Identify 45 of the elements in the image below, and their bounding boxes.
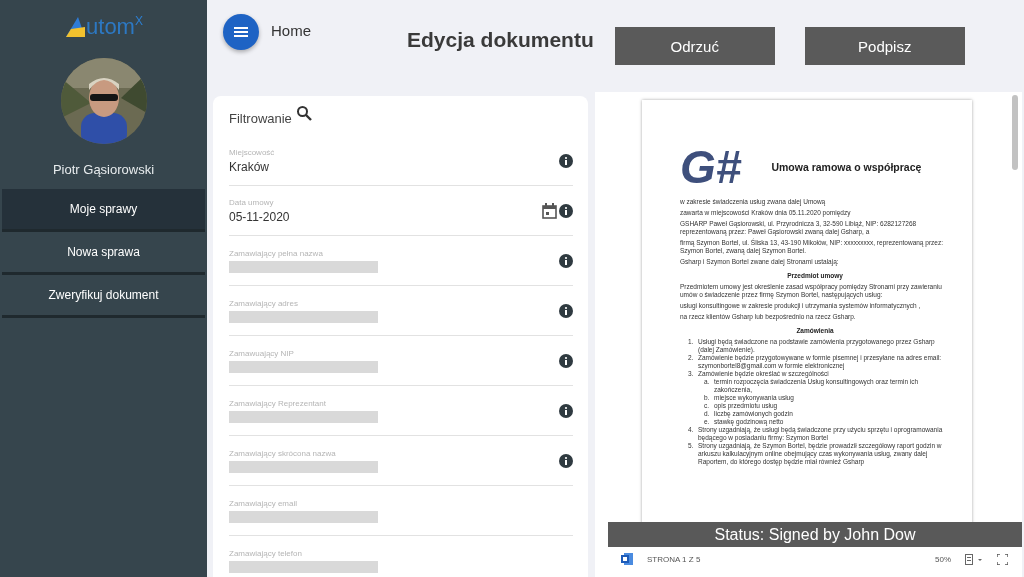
fullscreen-icon[interactable] [997,553,1008,565]
field-label: Zamawiający email [229,498,299,508]
info-icon[interactable] [559,153,573,168]
info-icon[interactable] [559,253,573,268]
logo-icon [64,16,87,38]
page-title: Edycja dokumentu [407,28,594,52]
info-icon[interactable] [559,203,573,218]
filter-title: Filtrowanie [229,111,292,126]
form-field[interactable]: Data umowy 05-11-2020 [229,186,573,236]
field-label: Miejscowość [229,147,276,157]
menu-button[interactable] [223,14,259,50]
document-title: Umowa ramowa o współpracę [771,161,922,173]
sidebar-item[interactable]: Zweryfikuj dokument [2,275,205,318]
field-value: 05-11-2020 [229,209,291,224]
field-label: Zamawiający Reprezentant [229,398,327,408]
page-view-icon[interactable] [965,553,983,565]
zoom-level[interactable]: 50% [935,554,951,564]
action-button[interactable]: Odrzuć [614,27,775,65]
menu-icon [234,26,248,38]
field-label: Zamawiający telefon [229,548,303,558]
field-label: Zamawuający NIP [229,348,295,358]
search-icon[interactable] [295,105,312,121]
sidebar-item[interactable]: Nowa sprawa [2,232,205,275]
page-indicator: STRONA 1 Z 5 [647,554,701,564]
field-value: Kraków [229,159,270,174]
info-icon[interactable] [559,453,573,468]
word-document-icon [621,553,633,565]
field-label: Zamawiający skrócona nazwa [229,448,337,458]
form-field[interactable]: Miejscowość Kraków [229,136,573,186]
info-icon[interactable] [559,403,573,418]
calendar-icon[interactable] [542,202,557,219]
scrollbar-thumb[interactable] [1012,95,1018,170]
field-label: Zamawiający adres [229,298,299,308]
info-icon[interactable] [559,353,573,368]
field-label: Zamawiający pełna nazwa [229,248,324,258]
document-logo: G# [680,144,742,190]
field-label: Data umowy [229,197,275,207]
action-button[interactable]: Podpisz [804,27,965,65]
breadcrumb[interactable]: Home [271,22,311,39]
status-banner: Status: Signed by John Dow [608,522,1022,547]
info-icon[interactable] [559,303,573,318]
logo-superscript: X [134,14,143,28]
sidebar-item[interactable]: Moje sprawy [2,189,205,232]
user-name: Piotr Gąsiorowski [52,162,155,179]
logo-text: utom [86,16,135,38]
